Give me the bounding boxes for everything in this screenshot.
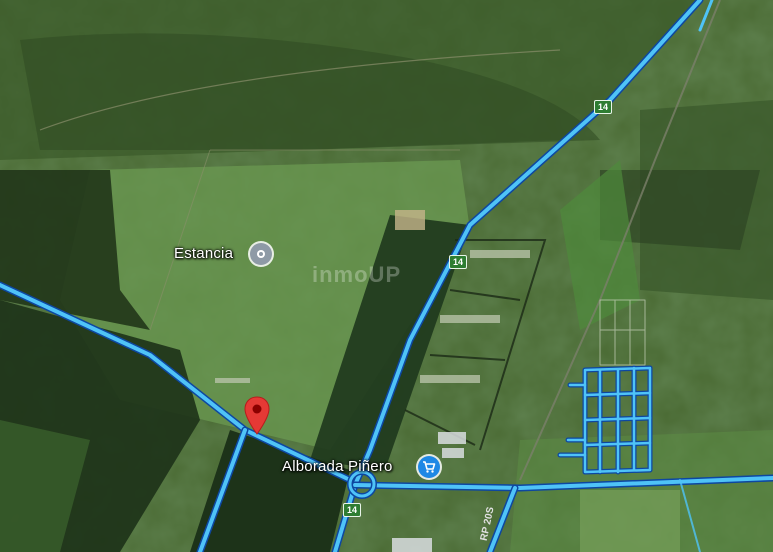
route-label: 14 <box>598 102 609 112</box>
location-marker-icon[interactable] <box>243 396 271 436</box>
place-pin-icon[interactable] <box>250 243 272 265</box>
marker-pin-icon <box>244 396 270 435</box>
place-name: Alborada Piñero <box>282 458 393 475</box>
place-label-alborada-pinero[interactable]: Alborada Piñero <box>282 458 393 475</box>
map-view[interactable]: inmoUP 14 14 14 RP 20S Estancia Alborada… <box>0 0 773 552</box>
route-14-mid-shield: 14 <box>449 255 468 269</box>
place-name: Estancia <box>174 245 234 262</box>
place-dot-icon <box>257 250 265 258</box>
route-14-south-shield: 14 <box>343 503 362 517</box>
route-label: 14 <box>453 257 464 267</box>
watermark: inmoUP <box>312 262 401 288</box>
place-label-estancia[interactable]: Estancia <box>174 245 233 262</box>
watermark-text: inmoUP <box>312 262 402 287</box>
route-label: 14 <box>347 505 358 515</box>
shopping-cart-icon[interactable] <box>418 456 440 478</box>
cart-glyph-icon <box>423 461 436 473</box>
route-14-north-shield: 14 <box>594 100 613 114</box>
